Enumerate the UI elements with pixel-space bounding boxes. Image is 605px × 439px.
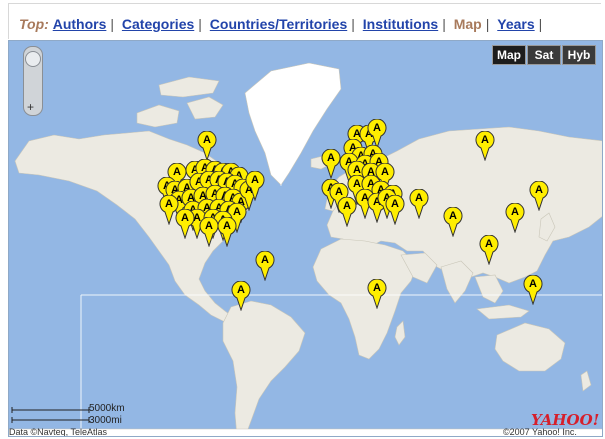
nav-separator: | xyxy=(198,16,202,32)
marker-letter: A xyxy=(511,206,519,218)
map-marker-pin[interactable]: A xyxy=(474,130,496,162)
map-type-hybrid-button[interactable]: Hyb xyxy=(562,45,596,65)
nav-link-categories[interactable]: Categories xyxy=(122,16,194,32)
map-marker-pin[interactable]: A xyxy=(230,280,252,312)
zoom-slider-knob[interactable] xyxy=(25,51,41,67)
marker-letter: A xyxy=(237,284,245,296)
nav-link-years[interactable]: Years xyxy=(497,16,534,32)
nav-separator: | xyxy=(442,16,446,32)
map-copyright: ©2007 Yahoo! Inc. xyxy=(503,427,577,437)
map-marker-pin[interactable]: A xyxy=(442,206,464,238)
map-marker-pin[interactable]: A xyxy=(158,194,180,226)
nav-link-countries-territories[interactable]: Countries/Territories xyxy=(210,16,347,32)
nav-separator: | xyxy=(110,16,115,32)
map-attribution: Data ©Navteq, TeleAtlas xyxy=(9,427,108,437)
marker-letter: A xyxy=(485,238,493,250)
marker-letter: A xyxy=(373,122,381,134)
map-marker-pin[interactable]: A xyxy=(216,216,238,248)
world-map[interactable]: Map Sat Hyb + AAAAAAAAAAAAAAAAAAAAAAAAAA… xyxy=(8,40,603,437)
map-type-map-button[interactable]: Map xyxy=(492,45,526,65)
map-marker-pin[interactable]: A xyxy=(408,188,430,220)
marker-letter: A xyxy=(415,192,423,204)
nav-separator: | xyxy=(538,16,543,32)
map-base-layer xyxy=(9,41,602,436)
nav-separator: | xyxy=(351,16,355,32)
nav-link-institutions[interactable]: Institutions xyxy=(363,16,438,32)
marker-letter: A xyxy=(449,210,457,222)
marker-letter: A xyxy=(251,174,259,186)
marker-letter: A xyxy=(535,184,543,196)
marker-letter: A xyxy=(529,278,537,290)
top-navigation-bar: Top: Authors | Categories | Countries/Terr… xyxy=(8,3,601,39)
map-marker-pin[interactable]: A xyxy=(522,274,544,306)
nav-current-map: Map xyxy=(453,16,482,32)
map-type-satellite-button[interactable]: Sat xyxy=(527,45,561,65)
zoom-in-button[interactable]: + xyxy=(27,100,34,114)
marker-letter: A xyxy=(373,282,381,294)
map-marker-pin[interactable]: A xyxy=(196,130,218,162)
marker-letter: A xyxy=(165,198,173,210)
marker-letter: A xyxy=(481,134,489,146)
nav-heading: Top: xyxy=(19,16,49,32)
map-marker-pin[interactable]: A xyxy=(366,278,388,310)
zoom-slider[interactable]: + xyxy=(23,46,43,116)
map-marker-pin[interactable]: A xyxy=(254,250,276,282)
scale-mi-label: 3000mi xyxy=(89,415,122,426)
map-marker-pin[interactable]: A xyxy=(336,196,358,228)
marker-letter: A xyxy=(343,200,351,212)
map-marker-pin[interactable]: A xyxy=(504,202,526,234)
marker-letter: A xyxy=(223,220,231,232)
map-marker-pin[interactable]: A xyxy=(244,170,266,202)
nav-link-authors[interactable]: Authors xyxy=(53,16,107,32)
marker-letter: A xyxy=(203,134,211,146)
marker-letter: A xyxy=(261,254,269,266)
map-marker-pin[interactable]: A xyxy=(384,194,406,226)
breadcrumb: Top: Authors | Categories | Countries/Terr… xyxy=(19,16,546,32)
map-marker-pin[interactable]: A xyxy=(528,180,550,212)
scale-bar xyxy=(11,407,90,423)
marker-letter: A xyxy=(391,198,399,210)
nav-separator: | xyxy=(485,16,490,32)
scale-km-label: 5000km xyxy=(89,403,125,414)
map-marker-pin[interactable]: A xyxy=(478,234,500,266)
